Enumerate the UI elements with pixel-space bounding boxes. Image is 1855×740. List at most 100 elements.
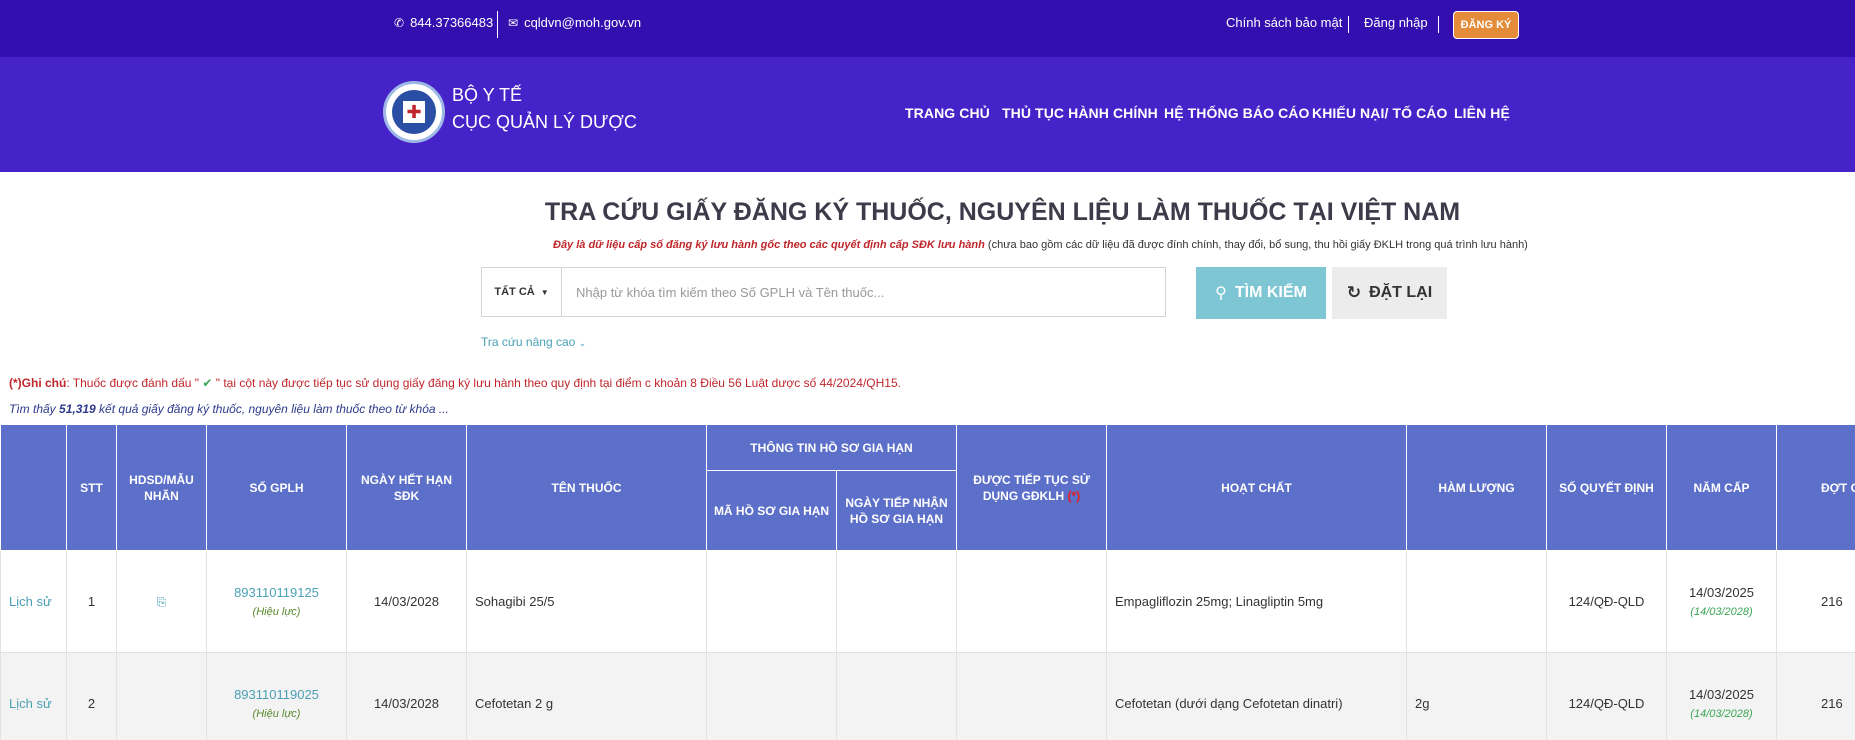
renewal-date-cell	[836, 550, 957, 653]
history-link[interactable]: Lịch sử	[0, 652, 67, 740]
org-name-line2: CỤC QUẢN LÝ DƯỢC	[452, 112, 637, 132]
ingredient-cell: Empagliflozin 25mg; Linagliptin 5mg	[1106, 550, 1407, 653]
search-button-label: TÌM KIẾM	[1234, 284, 1307, 301]
contact-divider	[497, 11, 498, 38]
org-name-line1: BỘ Y TẾ	[452, 85, 523, 105]
gplh-link[interactable]: 893110119125	[215, 585, 338, 600]
caret-down-icon: ▼	[540, 287, 549, 297]
expiry-cell: 14/03/2028	[346, 550, 467, 653]
top-bar: ✆ 844.37366483 ✉ cqldvn@moh.gov.vn Chính…	[0, 0, 1855, 57]
history-link[interactable]: Lịch sử	[0, 550, 67, 653]
col-renewal-code-header: MÃ HỒ SƠ GIA HẠN	[706, 470, 837, 551]
nav-contact[interactable]: LIÊN HỆ	[1454, 105, 1510, 121]
decision-cell: 124/QĐ-QLD	[1546, 550, 1667, 653]
decision-cell: 124/QĐ-QLD	[1546, 652, 1667, 740]
row-stt: 1	[66, 550, 117, 653]
drug-name-cell: Sohagibi 25/5	[466, 550, 707, 653]
issue-cell: 14/03/2025 (14/03/2028)	[1666, 550, 1777, 653]
advanced-search-link[interactable]: Tra cứu nâng cao ⌄	[481, 335, 586, 349]
col-ingredient-header: HOẠT CHẤT	[1106, 424, 1407, 551]
col-renewal-group-header: THÔNG TIN HỒ SƠ GIA HẠN	[706, 424, 957, 471]
ingredient-cell: Cefotetan (dưới dạng Cefotetan dinatri)	[1106, 652, 1407, 740]
phone-number: 844.37366483	[410, 15, 494, 30]
col-decision-header: SỐ QUYẾT ĐỊNH	[1546, 424, 1667, 551]
issue-date: 14/03/2025	[1688, 687, 1755, 702]
results-table: STT HDSD/MẪU NHÃN SỐ GPLH NGÀY HẾT HẠN S…	[0, 424, 1855, 740]
gplh-link[interactable]: 893110119025	[215, 687, 338, 702]
gplh-status: (Hiệu lực)	[252, 606, 301, 618]
register-button[interactable]: ĐĂNG KÝ	[1453, 11, 1519, 39]
issue-valid-date: (14/03/2028)	[1690, 708, 1753, 720]
expiry-cell: 14/03/2028	[346, 652, 467, 740]
search-box: TẤT CẢ ▼	[481, 267, 1166, 317]
gplh-status: (Hiệu lực)	[252, 708, 301, 720]
note-text: (*)Ghi chú: Thuốc được đánh dấu " ✔ " tạ…	[9, 376, 901, 390]
refresh-icon: ↻	[1346, 283, 1362, 302]
data-disclaimer: Đây là dữ liệu cấp số đăng ký lưu hành g…	[553, 239, 1528, 251]
reset-button-label: ĐẶT LẠI	[1369, 284, 1433, 301]
table-row: Lịch sử 1 ⎘ 893110119125 (Hiệu lực) 14/0…	[0, 550, 1855, 653]
strength-cell	[1406, 550, 1547, 653]
reset-button[interactable]: ↻ ĐẶT LẠI	[1332, 267, 1447, 319]
privacy-link[interactable]: Chính sách bảo mật	[1226, 15, 1342, 30]
issue-valid-date: (14/03/2028)	[1690, 606, 1753, 618]
col-stt-header: STT	[66, 424, 117, 551]
nav-complaints[interactable]: KHIẾU NẠI/ TỐ CÁO	[1312, 105, 1447, 121]
continued-cell	[956, 652, 1107, 740]
chevron-down-icon: ⌄	[578, 338, 587, 348]
nav-admin-procedures[interactable]: THỦ TỤC HÀNH CHÍNH	[1002, 105, 1158, 121]
link-divider	[1348, 16, 1349, 33]
advanced-search-label: Tra cứu nâng cao	[481, 335, 576, 349]
logo-emblem: ✚	[392, 90, 436, 134]
result-number: 51,319	[59, 402, 96, 416]
col-hdsd-header: HDSD/MẪU NHÃN	[116, 424, 207, 551]
page-title: TRA CỨU GIẤY ĐĂNG KÝ THUỐC, NGUYÊN LIỆU …	[544, 198, 1461, 226]
pdf-file-icon[interactable]: ⎘	[157, 595, 167, 609]
site-header: ✚ BỘ Y TẾ CỤC QUẢN LÝ DƯỢC TRANG CHỦ THỦ…	[0, 57, 1855, 172]
search-type-dropdown[interactable]: TẤT CẢ ▼	[482, 268, 562, 316]
phone-contact[interactable]: ✆ 844.37366483	[394, 15, 493, 30]
issue-date: 14/03/2025	[1688, 585, 1755, 600]
col-renewal-date-header: NGÀY TIẾP NHẬN HỒ SƠ GIA HẠN	[836, 470, 957, 551]
search-icon: ⚲	[1215, 285, 1227, 302]
login-link[interactable]: Đăng nhập	[1364, 15, 1428, 30]
disclaimer-highlight: Đây là dữ liệu cấp số đăng ký lưu hành g…	[553, 239, 985, 251]
nav-reporting-system[interactable]: HỆ THỐNG BÁO CÁO	[1164, 105, 1310, 121]
issue-cell: 14/03/2025 (14/03/2028)	[1666, 652, 1777, 740]
nav-home[interactable]: TRANG CHỦ	[905, 105, 990, 121]
strength-cell: 2g	[1406, 652, 1547, 740]
col-name-header: TÊN THUỐC	[466, 424, 707, 551]
batch-cell: 216	[1776, 652, 1855, 740]
email-address: cqldvn@moh.gov.vn	[524, 15, 642, 30]
col-gplh-header: SỐ GPLH	[206, 424, 347, 551]
col-strength-header: HÀM LƯỢNG	[1406, 424, 1547, 551]
email-contact[interactable]: ✉ cqldvn@moh.gov.vn	[508, 15, 641, 30]
renewal-code-cell	[706, 550, 837, 653]
col-history-header	[0, 424, 67, 551]
ministry-logo[interactable]: ✚	[383, 81, 445, 143]
continued-cell	[956, 550, 1107, 653]
disclaimer-rest: (chưa bao gồm các dữ liệu đã được đính c…	[984, 239, 1528, 251]
col-continued-header: ĐƯỢC TIẾP TỤC SỬ DỤNG GĐKLH (*)	[956, 424, 1107, 551]
phone-icon: ✆	[394, 15, 405, 30]
renewal-date-cell	[836, 652, 957, 740]
label-pdf-cell	[116, 652, 207, 740]
results-table-container[interactable]: STT HDSD/MẪU NHÃN SỐ GPLH NGÀY HẾT HẠN S…	[0, 424, 1855, 740]
batch-cell: 216	[1776, 550, 1855, 653]
result-suffix: kết quả giấy đăng ký thuốc, nguyên liệu …	[95, 402, 449, 416]
label-pdf-cell: ⎘	[116, 550, 207, 653]
note-text-after: " tại cột này được tiếp tục sử dụng giấy…	[212, 376, 901, 390]
envelope-icon: ✉	[508, 15, 519, 30]
search-button[interactable]: ⚲ TÌM KIẾM	[1196, 267, 1326, 319]
link-divider	[1438, 16, 1439, 33]
drug-name-cell: Cefotetan 2 g	[466, 652, 707, 740]
col-batch-header: ĐỢT C	[1776, 424, 1855, 551]
search-type-value: TẤT CẢ	[494, 286, 535, 298]
col-expiry-header: NGÀY HẾT HẠN SĐK	[346, 424, 467, 551]
search-input[interactable]	[562, 268, 1165, 316]
note-text-before: : Thuốc được đánh dấu "	[66, 376, 203, 390]
note-label: (*)Ghi chú	[9, 376, 67, 390]
gplh-cell: 893110119125 (Hiệu lực)	[206, 550, 347, 653]
gplh-cell: 893110119025 (Hiệu lực)	[206, 652, 347, 740]
required-mark: (*)	[1067, 488, 1081, 503]
